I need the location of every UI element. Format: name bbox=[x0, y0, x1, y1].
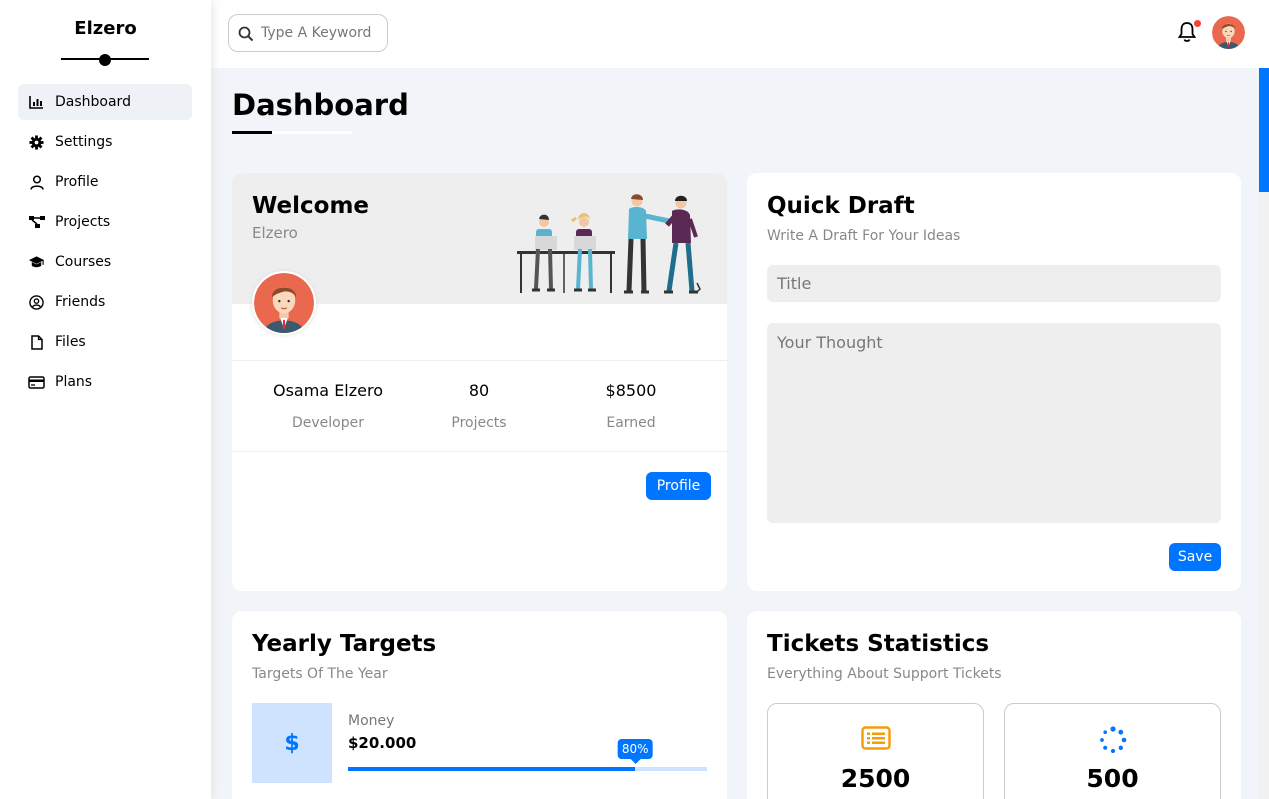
brand-name: Elzero bbox=[74, 18, 137, 39]
stat-label: Earned bbox=[606, 415, 656, 431]
dollar-icon: $ bbox=[252, 703, 332, 783]
sidebar-item-friends[interactable]: Friends bbox=[18, 284, 192, 320]
team-illustration bbox=[514, 191, 714, 300]
search-input[interactable] bbox=[261, 24, 379, 42]
sidebar-nav: Dashboard Settings Profile Projects Cour… bbox=[18, 84, 192, 404]
profile-button[interactable]: Profile bbox=[646, 472, 711, 500]
credit-card-icon bbox=[28, 374, 45, 391]
sidebar-item-projects[interactable]: Projects bbox=[18, 204, 192, 240]
target-value: $20.000 bbox=[348, 734, 417, 752]
list-icon bbox=[768, 726, 983, 750]
brand-dot bbox=[99, 54, 111, 66]
sidebar-item-label: Files bbox=[55, 334, 86, 350]
draft-title: Quick Draft bbox=[767, 193, 915, 219]
diagram-icon bbox=[28, 214, 45, 231]
yearly-subtitle: Targets Of The Year bbox=[252, 666, 388, 682]
sidebar-item-settings[interactable]: Settings bbox=[18, 124, 192, 160]
draft-body-textarea[interactable] bbox=[767, 323, 1221, 523]
stat-projects: 80 Projects bbox=[399, 381, 559, 431]
tickets-subtitle: Everything About Support Tickets bbox=[767, 666, 1002, 682]
welcome-avatar[interactable] bbox=[252, 271, 316, 335]
user-circle-icon bbox=[28, 294, 45, 311]
divider bbox=[232, 451, 727, 452]
progress-track bbox=[348, 767, 707, 771]
draft-subtitle: Write A Draft For Your Ideas bbox=[767, 228, 961, 244]
progress-fill bbox=[348, 767, 636, 771]
top-header bbox=[211, 0, 1269, 68]
yearly-title: Yearly Targets bbox=[252, 631, 437, 657]
search-box bbox=[228, 14, 388, 52]
stat-value: 80 bbox=[468, 381, 490, 400]
save-button[interactable]: Save bbox=[1169, 543, 1221, 571]
title-underline-accent bbox=[232, 131, 272, 134]
search-icon bbox=[238, 26, 254, 46]
sidebar-item-courses[interactable]: Courses bbox=[18, 244, 192, 280]
tickets-statistics-card: Tickets Statistics Everything About Supp… bbox=[747, 611, 1241, 799]
draft-title-input[interactable] bbox=[767, 265, 1221, 302]
stat-label: Projects bbox=[451, 415, 507, 431]
ticket-stat-box: 2500 bbox=[767, 703, 984, 799]
welcome-subtitle: Elzero bbox=[252, 224, 298, 242]
stat-label: Developer bbox=[291, 415, 364, 431]
quick-draft-card: Quick Draft Write A Draft For Your Ideas… bbox=[747, 173, 1241, 591]
avatar[interactable] bbox=[1212, 16, 1245, 49]
ticket-stat-value: 500 bbox=[1086, 764, 1139, 793]
graduation-cap-icon bbox=[28, 254, 45, 271]
welcome-card: Welcome Elzero Osama Elzero Developer 80… bbox=[232, 173, 727, 591]
sidebar-item-label: Friends bbox=[55, 294, 106, 310]
yearly-targets-card: Yearly Targets Targets Of The Year $ Mon… bbox=[232, 611, 727, 799]
sidebar-item-dashboard[interactable]: Dashboard bbox=[18, 84, 192, 120]
file-icon bbox=[28, 334, 45, 351]
stat-value: Osama Elzero bbox=[272, 381, 384, 400]
sidebar-item-label: Plans bbox=[55, 374, 93, 390]
scrollbar-thumb[interactable] bbox=[1259, 68, 1269, 192]
ticket-stat-box: 500 bbox=[1004, 703, 1221, 799]
sidebar-item-files[interactable]: Files bbox=[18, 324, 192, 360]
spinner-icon bbox=[1005, 726, 1220, 754]
target-label: Money bbox=[348, 713, 395, 729]
gear-icon bbox=[28, 134, 45, 151]
sidebar-item-profile[interactable]: Profile bbox=[18, 164, 192, 200]
welcome-title: Welcome bbox=[252, 193, 370, 219]
tickets-title: Tickets Statistics bbox=[767, 631, 990, 657]
notification-badge bbox=[1193, 19, 1202, 28]
chart-icon bbox=[28, 94, 45, 111]
stat-earned: $8500 Earned bbox=[551, 381, 711, 431]
sidebar-item-label: Projects bbox=[55, 214, 111, 230]
ticket-stat-value: 2500 bbox=[840, 764, 911, 793]
sidebar-item-label: Profile bbox=[55, 174, 99, 190]
stat-name: Osama Elzero Developer bbox=[248, 381, 408, 431]
progress-percent-tooltip: 80% bbox=[617, 739, 653, 764]
stat-value: $8500 bbox=[605, 381, 657, 400]
sidebar-item-label: Courses bbox=[55, 254, 112, 270]
sidebar: Elzero Dashboard Settings Profile Projec… bbox=[0, 0, 211, 799]
user-icon bbox=[28, 174, 45, 191]
page-title: Dashboard bbox=[232, 88, 409, 122]
sidebar-item-plans[interactable]: Plans bbox=[18, 364, 192, 400]
sidebar-item-label: Dashboard bbox=[55, 94, 131, 110]
sidebar-item-label: Settings bbox=[55, 134, 113, 150]
divider bbox=[232, 360, 727, 361]
